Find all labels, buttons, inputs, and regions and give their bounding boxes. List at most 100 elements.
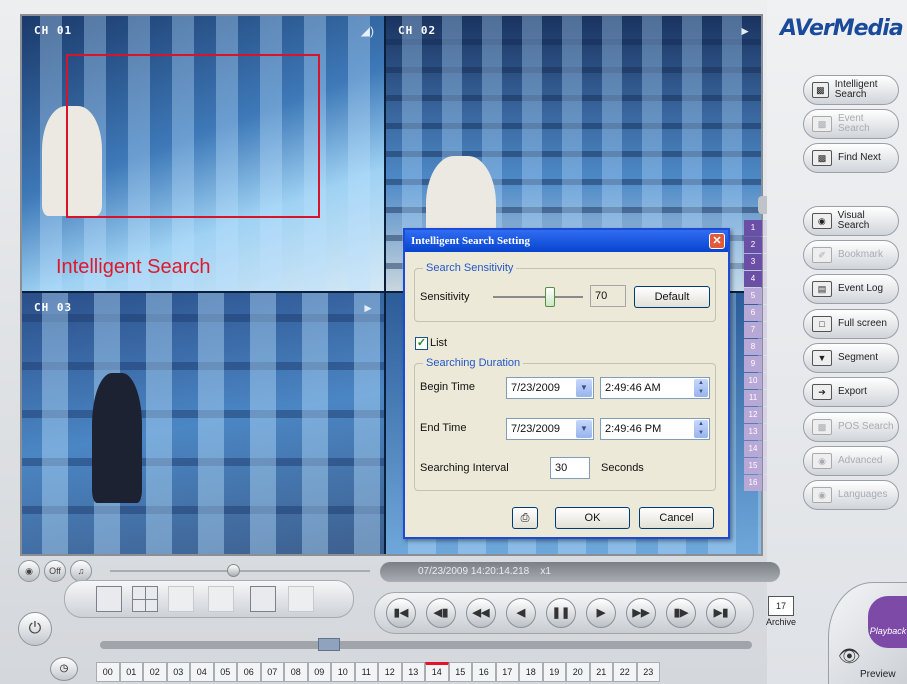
hour-button-08[interactable]: 08 (284, 662, 308, 682)
hour-button-14[interactable]: 14 (425, 662, 449, 682)
channel-button-12[interactable]: 12 (744, 407, 762, 423)
hour-button-10[interactable]: 10 (331, 662, 355, 682)
step-forward-button[interactable]: ▮▶ (666, 598, 696, 628)
spin-icon[interactable]: ▲ ▼ (694, 420, 708, 438)
rewind-button[interactable]: ◀ (506, 598, 536, 628)
fast-forward-button[interactable]: ▶▶ (626, 598, 656, 628)
channel-button-1[interactable]: 1 (744, 220, 762, 236)
hour-button-17[interactable]: 17 (495, 662, 519, 682)
playback-mode-tab[interactable]: Playback (868, 596, 907, 648)
hour-button-15[interactable]: 15 (448, 662, 472, 682)
hour-button-05[interactable]: 05 (213, 662, 237, 682)
list-checkbox[interactable]: ✓ (415, 337, 428, 350)
segment-button[interactable]: ▼ Segment (803, 343, 899, 373)
hour-button-19[interactable]: 19 (542, 662, 566, 682)
hour-button-02[interactable]: 02 (143, 662, 167, 682)
preview-mode-label[interactable]: Preview (860, 669, 896, 680)
hour-button-12[interactable]: 12 (378, 662, 402, 682)
timeline-track[interactable] (100, 641, 752, 649)
close-icon[interactable]: ✕ (709, 233, 725, 249)
channel-button-7[interactable]: 7 (744, 322, 762, 338)
stop-button[interactable]: ▮◀ (386, 598, 416, 628)
channel-button-15[interactable]: 15 (744, 458, 762, 474)
sensitivity-slider-thumb[interactable] (545, 287, 555, 307)
begin-time-field[interactable]: 2:49:46 AM ▲ ▼ (600, 377, 710, 399)
hour-button-07[interactable]: 07 (260, 662, 284, 682)
group-title: Searching Duration (423, 357, 524, 369)
play-button[interactable]: ▶ (586, 598, 616, 628)
volume-slider-track[interactable] (110, 570, 370, 572)
hour-button-04[interactable]: 04 (190, 662, 214, 682)
channel-button-5[interactable]: 5 (744, 288, 762, 304)
hour-button-11[interactable]: 11 (354, 662, 378, 682)
channel-button-2[interactable]: 2 (744, 237, 762, 253)
hour-button-03[interactable]: 03 (166, 662, 190, 682)
visual-search-button[interactable]: ◉ Visual Search (803, 206, 899, 236)
default-button[interactable]: Default (634, 286, 710, 308)
hour-button-22[interactable]: 22 (613, 662, 637, 682)
search-region-box[interactable] (66, 54, 320, 218)
sensitivity-slider-track[interactable] (493, 296, 583, 298)
channel-button-14[interactable]: 14 (744, 441, 762, 457)
ok-button[interactable]: OK (555, 507, 630, 529)
channel-button-16[interactable]: 16 (744, 475, 762, 491)
layout-2x2-button[interactable] (132, 586, 158, 612)
hour-button-01[interactable]: 01 (119, 662, 143, 682)
end-time-field[interactable]: 2:49:46 PM ▲ ▼ (600, 418, 710, 440)
hour-button-06[interactable]: 06 (237, 662, 261, 682)
channel-button-3[interactable]: 3 (744, 254, 762, 270)
camera-view-ch03[interactable]: CH 03 ► (22, 293, 384, 554)
chevron-down-icon[interactable]: ▼ (576, 379, 592, 397)
next-button[interactable]: ▶▮ (706, 598, 736, 628)
intelligent-search-button[interactable]: ▩ Intelligent Search (803, 75, 899, 105)
export-button[interactable]: ➔ Export (803, 377, 899, 407)
volume-icon[interactable]: ♫ (70, 560, 92, 582)
power-icon[interactable]: ⏻ (18, 612, 52, 646)
channel-button-10[interactable]: 10 (744, 373, 762, 389)
hour-button-13[interactable]: 13 (401, 662, 425, 682)
channel-button-13[interactable]: 13 (744, 424, 762, 440)
chevron-down-icon[interactable]: ▼ (576, 420, 592, 438)
speaker-icon[interactable]: ► (739, 24, 751, 38)
timeline-thumb[interactable] (318, 638, 340, 651)
layout-1x1-button[interactable] (96, 586, 122, 612)
event-log-button[interactable]: ▤ Event Log (803, 274, 899, 304)
cancel-button[interactable]: Cancel (639, 507, 714, 529)
searching-interval-field[interactable]: 30 (550, 457, 590, 479)
pause-button[interactable]: ❚❚ (546, 598, 576, 628)
end-date-field[interactable]: 7/23/2009 ▼ (506, 418, 594, 440)
channel-button-8[interactable]: 8 (744, 339, 762, 355)
layout-1plus5-button[interactable] (250, 586, 276, 612)
camera-view-ch01[interactable]: CH 01 ◢) Intelligent Search (22, 16, 384, 291)
segment-icon: ▼ (812, 350, 832, 366)
archive-button[interactable]: 17 Archive (758, 596, 804, 632)
channel-button-6[interactable]: 6 (744, 305, 762, 321)
hour-button-20[interactable]: 20 (566, 662, 590, 682)
intelligent-search-icon: ▩ (812, 82, 829, 98)
hour-button-23[interactable]: 23 (636, 662, 660, 682)
channel-button-9[interactable]: 9 (744, 356, 762, 372)
hour-button-00[interactable]: 00 (96, 662, 120, 682)
begin-date-field[interactable]: 7/23/2009 ▼ (506, 377, 594, 399)
channel-button-4[interactable]: 4 (744, 271, 762, 287)
full-screen-button[interactable]: □ Full screen (803, 309, 899, 339)
step-back-button[interactable]: ◀▮ (426, 598, 456, 628)
visual-search-icon: ◉ (812, 213, 832, 229)
begin-time-value: 2:49:46 AM (605, 382, 661, 394)
volume-slider-thumb[interactable] (227, 564, 240, 577)
fast-rewind-button[interactable]: ◀◀ (466, 598, 496, 628)
hour-button-18[interactable]: 18 (519, 662, 543, 682)
audio-off-icon[interactable]: Off (44, 560, 66, 582)
eye-icon[interactable]: 👁 (838, 646, 861, 667)
channel-button-11[interactable]: 11 (744, 390, 762, 406)
hour-button-16[interactable]: 16 (472, 662, 496, 682)
clock-icon[interactable]: ◷ (50, 657, 78, 681)
printer-icon[interactable]: ⎙ (512, 507, 538, 529)
snapshot-icon[interactable]: ◉ (18, 560, 40, 582)
find-next-button[interactable]: ▩ Find Next (803, 143, 899, 173)
hour-button-21[interactable]: 21 (589, 662, 613, 682)
speaker-icon[interactable]: ◢) (361, 24, 374, 38)
hour-button-09[interactable]: 09 (307, 662, 331, 682)
speaker-icon[interactable]: ► (362, 301, 374, 315)
spin-icon[interactable]: ▲ ▼ (694, 379, 708, 397)
